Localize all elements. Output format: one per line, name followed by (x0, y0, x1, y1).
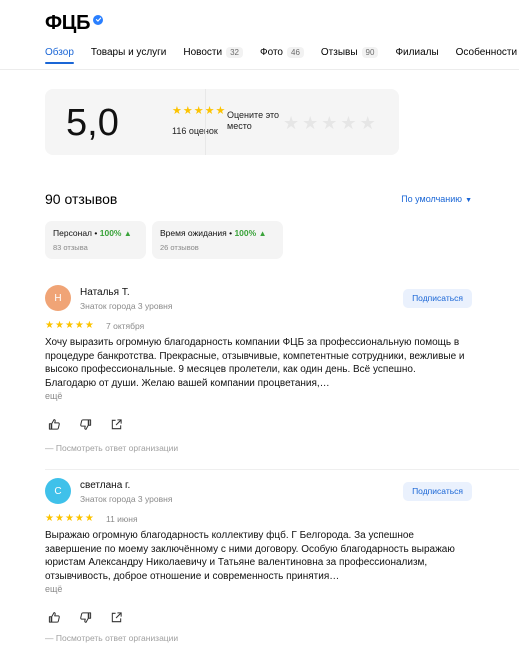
org-header: ФЦБ (45, 12, 104, 35)
star-icon: ★ (74, 320, 84, 331)
chip-percent: 100% (99, 228, 122, 238)
chip-count: 83 отзыва (53, 243, 88, 252)
org-name: ФЦБ (45, 12, 91, 34)
star-icon: ★ (45, 320, 54, 331)
rate-star-1-icon[interactable]: ★ (283, 114, 299, 132)
thumb-up-icon: ▲ (123, 229, 132, 238)
chevron-down-icon: ▼ (465, 197, 472, 204)
chip-label: Время ожидания (160, 228, 227, 238)
divider (205, 89, 206, 155)
tab-count: 46 (287, 46, 304, 58)
star-icon: ★ (54, 320, 64, 331)
rating-score: 5,0 (66, 102, 119, 144)
review-stars: ★ ★ ★ ★ ★ (45, 514, 95, 524)
chip-count: 26 отзывов (160, 243, 199, 252)
like-icon[interactable] (47, 610, 61, 624)
like-icon[interactable] (47, 417, 61, 431)
star-icon: ★ (84, 513, 94, 524)
tab-count: 32 (226, 46, 244, 58)
share-icon[interactable] (109, 610, 123, 624)
chip-percent: 100% (234, 228, 257, 238)
dislike-icon[interactable] (78, 417, 92, 431)
aspect-chip-staff[interactable]: Персонал • 100% ▲ 83 отзыва (45, 221, 146, 259)
author-level: Знаток города 3 уровня (80, 301, 173, 311)
subscribe-button[interactable]: Подписаться (403, 289, 472, 308)
review-author[interactable]: светлана г. (80, 480, 130, 491)
star-icon: ★ (54, 513, 64, 524)
star-icon: ★ (172, 105, 182, 117)
chip-label: Персонал (53, 228, 93, 238)
tab-overview[interactable]: Обзор (45, 44, 74, 60)
tab-bar: Обзор Товары и услуги Новости 32 Фото 46 О… (45, 44, 519, 60)
rate-star-5-icon[interactable]: ★ (360, 114, 376, 132)
aspect-chip-waiting-time[interactable]: Время ожидания • 100% ▲ 26 отзывов (152, 221, 283, 259)
divider (0, 69, 519, 70)
view-org-answer-link[interactable]: — Посмотреть ответ организации (45, 633, 178, 643)
avatar[interactable]: С (45, 478, 71, 504)
thumb-up-icon: ▲ (258, 229, 267, 238)
subscribe-button[interactable]: Подписаться (403, 482, 472, 501)
tab-features[interactable]: Особенности (456, 44, 517, 60)
sort-label: По умолчанию (401, 194, 463, 204)
star-icon: ★ (64, 320, 74, 331)
tab-reviews[interactable]: Отзывы 90 (321, 44, 379, 60)
review-text: Выражаю огромную благодарность коллектив… (45, 530, 455, 582)
author-level: Знаток города 3 уровня (80, 494, 173, 504)
star-icon: ★ (64, 513, 74, 524)
rate-star-3-icon[interactable]: ★ (321, 114, 337, 132)
review-stars: ★ ★ ★ ★ ★ (45, 321, 95, 331)
star-icon: ★ (204, 105, 215, 117)
review-date: 7 октября (106, 321, 145, 331)
review-card: С светлана г. Знаток города 3 уровня Под… (45, 478, 474, 653)
review-date: 11 июня (106, 514, 138, 524)
dislike-icon[interactable] (78, 610, 92, 624)
sort-dropdown[interactable]: По умолчанию ▼ (401, 194, 472, 204)
view-org-answer-link[interactable]: — Посмотреть ответ организации (45, 443, 178, 453)
rate-label: Оцените это место (227, 110, 280, 131)
tab-count: 90 (361, 46, 379, 58)
expand-link[interactable]: ещё (45, 391, 62, 401)
verified-badge-icon (93, 14, 104, 25)
review-text: Хочу выразить огромную благодарность ком… (45, 337, 465, 389)
star-icon: ★ (215, 105, 226, 117)
star-icon: ★ (193, 105, 204, 117)
star-icon: ★ (45, 513, 54, 524)
tab-news[interactable]: Новости 32 (183, 44, 244, 60)
rating-stars: ★ ★ ★ ★ ★ (172, 106, 226, 117)
rate-stars-input[interactable]: ★ ★ ★ ★ ★ (283, 114, 379, 132)
expand-link[interactable]: ещё (45, 584, 62, 594)
tab-photo[interactable]: Фото 46 (260, 44, 304, 60)
star-icon: ★ (74, 513, 84, 524)
review-author[interactable]: Наталья Т. (80, 287, 130, 298)
rating-card: 5,0 ★ ★ ★ ★ ★ 116 оценок Оцените это мес… (45, 89, 399, 155)
review-actions (47, 610, 140, 624)
star-icon: ★ (182, 105, 193, 117)
review-actions (47, 417, 140, 431)
review-card: Н Наталья Т. Знаток города 3 уровня Подп… (45, 285, 519, 470)
star-icon: ★ (84, 320, 94, 331)
share-icon[interactable] (109, 417, 123, 431)
rating-count: 116 оценок (172, 126, 218, 136)
reviews-title: 90 отзывов (45, 191, 118, 207)
active-tab-indicator (45, 62, 74, 64)
tab-branches[interactable]: Филиалы (395, 44, 438, 60)
rate-star-4-icon[interactable]: ★ (340, 114, 356, 132)
avatar[interactable]: Н (45, 285, 71, 311)
rate-star-2-icon[interactable]: ★ (302, 114, 318, 132)
divider (45, 469, 519, 470)
tab-goods-services[interactable]: Товары и услуги (91, 44, 167, 60)
